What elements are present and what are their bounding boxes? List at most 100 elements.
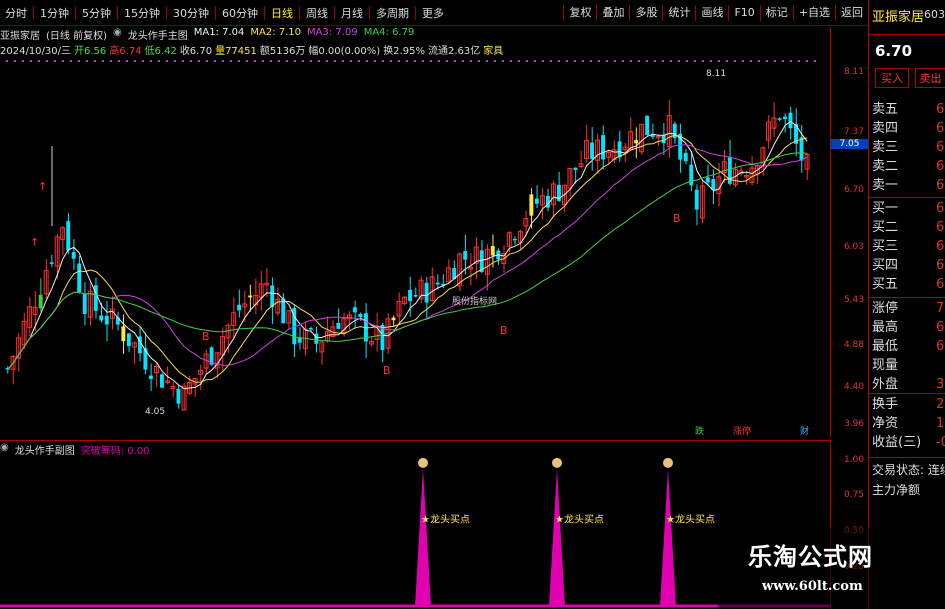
quote-float: 流通2.63亿 [427,46,481,57]
period-tab[interactable]: 60分钟 [217,5,263,21]
signal-label: ★龙头买点 [555,513,604,526]
signal-dot [814,60,816,62]
candle-body [281,298,286,324]
quote-line: 2024/10/30/三 开6.56 高6.74 低6.42 收6.70 量77… [0,42,830,57]
signal-dot [374,60,376,62]
signal-dot [14,60,16,62]
moving-average-line [7,120,808,390]
period-tab[interactable]: 5分钟 [77,5,116,21]
candle-body [413,295,418,297]
tool-button[interactable]: 返回 [835,5,868,21]
candle-body [634,140,639,144]
chart-header: 亚振家居 (日线 前复权) ◉ 龙头作手主图 MA1: 7.04 MA2: 7.… [0,27,830,42]
signal-dot [582,60,584,62]
signal-dot [542,60,544,62]
signal-dot [454,60,456,62]
quote-low: 低6.42 [144,46,177,57]
up-arrow-icon: ↑ [38,180,47,193]
quote-panel: 亚振家居 603 6.70 买入 卖出 卖五6.卖四6.卖三6.卖二6.卖一6买… [868,0,945,609]
tool-button[interactable]: 统计 [662,5,695,21]
indicator-name[interactable]: 龙头作手主图 [128,27,188,42]
signal-dot [30,60,32,62]
tool-button[interactable]: 叠加 [596,5,629,21]
period-tab[interactable]: 多周期 [371,5,414,21]
money-bag-icon [418,457,428,468]
candle-body [121,326,126,342]
quote-turnover: 换2.95% [383,46,425,57]
sub-indicator-icon[interactable]: ◉ [0,442,9,457]
signal-label: ★龙头买点 [421,513,470,526]
signal-dot [510,60,512,62]
signal-dot [430,60,432,62]
candle-body [358,313,363,318]
ask-row: 卖五6. [872,102,945,117]
signal-dot [86,60,88,62]
period-tab[interactable]: 月线 [336,5,368,21]
period-tab[interactable]: 周线 [301,5,333,21]
signal-chart[interactable]: ★龙头买点 ★龙头买点 ★龙头买点 [0,440,830,609]
tool-button[interactable]: 画线 [695,5,728,21]
signal-dot [270,60,272,62]
event-label-die: 跌 [695,426,704,437]
candle-body [270,285,275,308]
signal-dot [798,60,800,62]
candle-body [352,307,357,313]
signal-dot [310,60,312,62]
signal-dot [422,60,424,62]
bid-row: 买一6. [872,201,945,216]
period-tab[interactable]: 15分钟 [119,5,165,21]
candle-body [435,282,440,285]
tool-button[interactable]: 标记 [759,5,793,21]
period-tab[interactable]: 1分钟 [35,5,74,21]
signal-dot [334,60,336,62]
signal-dot [566,60,568,62]
stat-row: 外盘36 [872,377,945,392]
indicator-icon[interactable]: ◉ [113,27,122,41]
bid-row: 买二6. [872,220,945,235]
buy-button[interactable]: 买入 [875,68,909,88]
panel-stock-code: 603 [924,8,945,21]
candle-body [66,221,71,251]
tool-button[interactable]: +自选 [792,5,835,21]
signal-dot [446,60,448,62]
period-tab[interactable]: 30分钟 [168,5,214,21]
period-tab[interactable]: 日线 [266,5,298,21]
period-tab[interactable]: 分时 [0,5,32,21]
sub-axis-label: 1.00 [843,455,864,465]
signal-dot [638,60,640,62]
period-tab[interactable]: 更多 [417,5,449,21]
candle-body [77,263,82,293]
signal-dot [406,60,408,62]
ask-row: 卖一 6 [872,178,945,193]
signal-dot [190,60,192,62]
buy-marker: B [500,324,508,337]
period-toolbar: 分时 1分钟 5分钟 15分钟 30分钟 60分钟 日线 周线 月线 多周期 更多 复权 叠加 多股 统计… [0,0,868,26]
tool-button[interactable]: 多股 [629,5,662,21]
sub-indicator-name[interactable]: 龙头作手副图 [15,442,75,457]
sell-button[interactable]: 卖出 [915,68,945,88]
signal-dot [294,60,296,62]
quote-close: 收6.70 [179,46,213,57]
candle-body [601,135,605,160]
signal-dot [94,60,96,62]
tool-button[interactable]: F10 [728,5,759,21]
candle-body [99,315,104,321]
tool-buttons: 复权 叠加 多股 统计 画线 F10 标记 +自选 返回 [563,0,868,26]
signal-dot [502,60,504,62]
signal-dot [198,60,200,62]
signal-dot [262,60,264,62]
signal-dot [494,60,496,62]
panel-footer-row: 交易状态: 连续 [872,463,945,477]
tool-button[interactable]: 复权 [563,5,596,21]
signal-dot [614,60,616,62]
signal-dot [110,60,112,62]
signal-dot [622,60,624,62]
signal-dot [606,60,608,62]
candle-body [645,115,650,136]
sub-axis-label: 0.75 [843,490,864,500]
signal-dot [550,60,552,62]
candlestick-chart[interactable]: 8.11 4.05 股份指标网 B B B B 跌 涨停 财 ↑ ↑ [0,56,830,438]
candle-body [308,327,313,330]
signal-dot [662,60,664,62]
signal-dot [286,60,288,62]
